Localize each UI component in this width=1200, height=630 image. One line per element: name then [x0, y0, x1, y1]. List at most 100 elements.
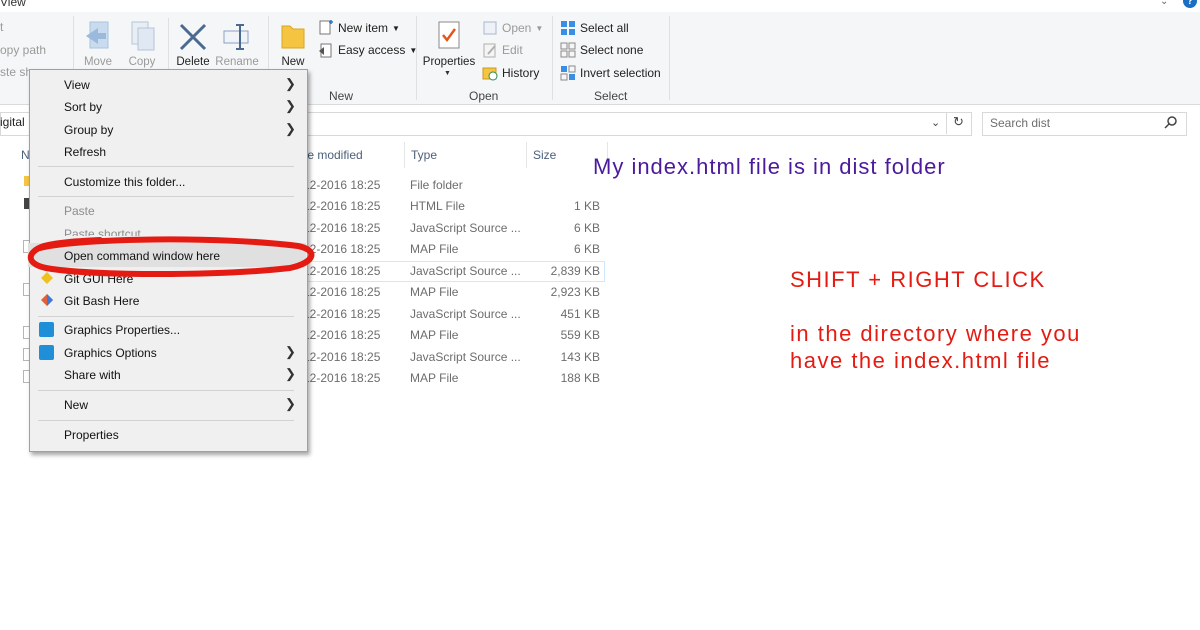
invert-selection-icon [560, 65, 576, 81]
select-all-button[interactable]: Select all [560, 20, 629, 36]
paste-shortcut-button[interactable]: ste sh [0, 65, 32, 79]
search-placeholder: Search dist [990, 116, 1051, 130]
group-label-open: Open [469, 89, 499, 103]
highlight-circle-annotation [27, 236, 315, 277]
history-button[interactable]: History [482, 65, 539, 81]
submenu-arrow-icon: ❯ [285, 76, 296, 91]
open-button[interactable]: Open ▼ [482, 20, 543, 36]
menu-separator [38, 420, 294, 421]
file-size: 2,839 KB [550, 264, 600, 278]
menu-item-graphics-properties[interactable]: Graphics Properties... [64, 323, 180, 337]
group-divider [669, 16, 670, 100]
dropdown-arrow-icon: ▼ [444, 70, 451, 77]
file-date: 12-2016 18:25 [303, 371, 381, 385]
file-size: 6 KB [573, 221, 600, 235]
menu-item-graphics-options[interactable]: Graphics Options [64, 346, 157, 360]
file-size: 188 KB [560, 371, 600, 385]
menu-item-sort-by[interactable]: Sort by [64, 100, 102, 114]
graphics-options-icon [39, 345, 54, 360]
annotation-line: in the directory where you [790, 321, 1081, 346]
file-date: 12-2016 18:25 [303, 350, 381, 364]
file-size: 2,923 KB [550, 285, 600, 299]
history-icon [482, 67, 498, 81]
refresh-icon[interactable]: ↻ [953, 114, 964, 130]
file-type: JavaScript Source ... [410, 264, 521, 278]
clipboard-fragment: t [0, 20, 4, 34]
menu-separator [38, 166, 294, 167]
new-folder-icon [280, 20, 306, 52]
menu-item-customize-folder[interactable]: Customize this folder... [64, 175, 185, 189]
delete-button[interactable]: Delete [172, 56, 214, 68]
submenu-arrow-icon: ❯ [285, 344, 296, 359]
select-none-button[interactable]: Select none [560, 42, 643, 58]
graphics-properties-icon [39, 322, 54, 337]
menu-item-view[interactable]: View [64, 78, 90, 92]
column-divider[interactable] [526, 142, 527, 168]
edit-button[interactable]: Edit [482, 42, 523, 58]
file-type: JavaScript Source ... [410, 350, 521, 364]
file-type: MAP File [410, 242, 459, 256]
ribbon-collapse-icon[interactable]: ⌄ [1160, 0, 1168, 7]
edit-label: Edit [502, 43, 523, 57]
file-type: MAP File [410, 328, 459, 342]
menu-item-paste[interactable]: Paste [64, 204, 95, 218]
menu-separator [38, 316, 294, 317]
file-type: MAP File [410, 285, 459, 299]
open-icon [483, 21, 497, 35]
file-type: JavaScript Source ... [410, 307, 521, 321]
delete-icon [178, 22, 208, 52]
copy-button[interactable]: Copy [124, 56, 160, 68]
git-bash-icon [40, 293, 54, 310]
menu-separator [38, 196, 294, 197]
search-icon[interactable] [1164, 115, 1178, 132]
file-date: 12-2016 18:25 [303, 178, 381, 192]
submenu-arrow-icon: ❯ [285, 366, 296, 381]
file-date: 12-2016 18:25 [303, 328, 381, 342]
properties-button[interactable]: Properties [420, 56, 478, 68]
submenu-arrow-icon: ❯ [285, 121, 296, 136]
invert-selection-label: Invert selection [580, 66, 661, 80]
group-divider [416, 16, 417, 100]
file-size: 559 KB [560, 328, 600, 342]
select-all-icon [561, 21, 575, 35]
group-divider [552, 16, 553, 100]
file-size: 6 KB [573, 242, 600, 256]
annotation-shift-right-click: SHIFT + RIGHT CLICK [790, 267, 1046, 292]
column-header-size[interactable]: Size [533, 148, 556, 162]
rename-button[interactable]: Rename [214, 56, 260, 68]
column-header-type[interactable]: Type [411, 148, 437, 162]
file-type: MAP File [410, 371, 459, 385]
file-type: File folder [410, 178, 463, 192]
file-size: 143 KB [560, 350, 600, 364]
menu-item-share-with[interactable]: Share with [64, 368, 121, 382]
menu-item-refresh[interactable]: Refresh [64, 145, 106, 159]
dropdown-arrow-icon: ▼ [392, 23, 400, 33]
address-history-dropdown-icon[interactable]: ⌄ [931, 116, 940, 129]
menu-item-new[interactable]: New [64, 398, 88, 412]
copy-icon [128, 20, 158, 52]
easy-access-button[interactable]: Easy access ▼ [318, 42, 417, 58]
move-button[interactable]: Move [80, 56, 116, 68]
copy-path-button[interactable]: opy path [0, 43, 46, 57]
open-label: Open [502, 21, 532, 35]
group-label-new: New [329, 89, 354, 103]
annotation-dist-folder: My index.html file is in dist folder [593, 154, 946, 179]
new-item-button[interactable]: New item ▼ [318, 20, 400, 36]
window-title: View [0, 0, 26, 9]
menu-separator [38, 390, 294, 391]
column-divider[interactable] [404, 142, 405, 168]
menu-item-properties[interactable]: Properties [64, 428, 119, 442]
easy-access-icon [319, 43, 332, 58]
menu-item-group-by[interactable]: Group by [64, 123, 113, 137]
column-header-date[interactable]: te modified [304, 148, 363, 162]
file-type: HTML File [410, 199, 465, 213]
new-folder-button[interactable]: New [278, 56, 308, 68]
file-size: 1 KB [573, 199, 600, 213]
dropdown-arrow-icon: ▼ [535, 23, 544, 33]
invert-selection-button[interactable]: Invert selection [560, 65, 661, 81]
file-date: 12-2016 18:25 [303, 199, 381, 213]
menu-item-git-bash[interactable]: Git Bash Here [64, 294, 139, 308]
file-date: 12-2016 18:25 [303, 307, 381, 321]
new-item-label: New item [338, 21, 389, 35]
new-item-icon [319, 20, 333, 35]
